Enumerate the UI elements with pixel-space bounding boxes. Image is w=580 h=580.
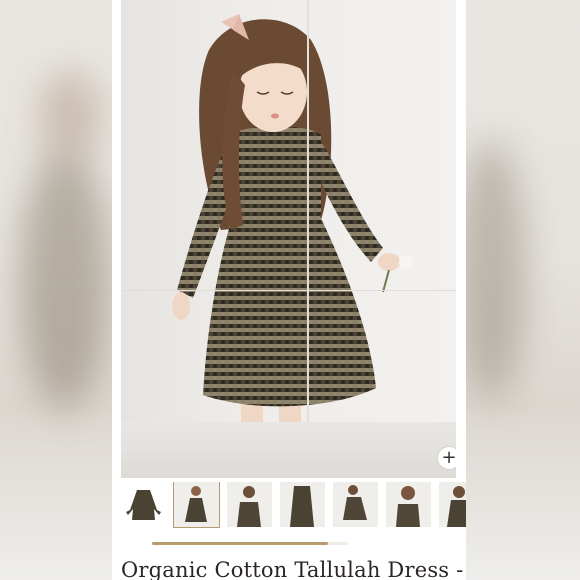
dress-skirt (203, 210, 376, 407)
thumbnail-6[interactable] (386, 482, 431, 527)
plus-icon: + (441, 447, 456, 468)
product-title: Organic Cotton Tallulah Dress - (121, 558, 464, 580)
thumbnail-2[interactable] (173, 482, 220, 528)
thumbnail-4[interactable] (280, 482, 325, 527)
zoom-button[interactable]: + (437, 446, 456, 470)
gallery-scroll-track[interactable] (152, 542, 348, 545)
thumbnail-model-icon (290, 486, 314, 527)
product-hero-image[interactable]: + (121, 0, 456, 478)
thumbnail-3[interactable] (227, 482, 272, 527)
product-page: + Organic Cotton Tallulah Dress - (112, 0, 466, 580)
flower (399, 255, 413, 269)
thumbnail-5[interactable] (333, 482, 378, 527)
thumbnail-strip[interactable] (121, 482, 466, 532)
wall-molding (121, 290, 456, 291)
right-hand (378, 253, 400, 271)
thumbnail-flatlay[interactable] (121, 482, 166, 527)
blurred-backdrop-left (0, 0, 112, 580)
thumbnail-model-icon (185, 486, 207, 522)
blurred-backdrop-right (466, 0, 580, 580)
gallery-scroll-indicator[interactable] (152, 542, 329, 545)
left-hand (172, 292, 190, 320)
thumbnail-model-icon (396, 486, 420, 527)
dress-flatlay-icon (126, 490, 161, 520)
floor (121, 422, 456, 478)
model-illustration (172, 14, 413, 475)
thumbnail-model-icon (343, 485, 367, 520)
thumbnail-7[interactable] (439, 482, 466, 527)
wall-panel-edge (307, 0, 309, 478)
thumbnail-model-icon (447, 486, 466, 527)
thumbnail-model-icon (237, 486, 261, 527)
